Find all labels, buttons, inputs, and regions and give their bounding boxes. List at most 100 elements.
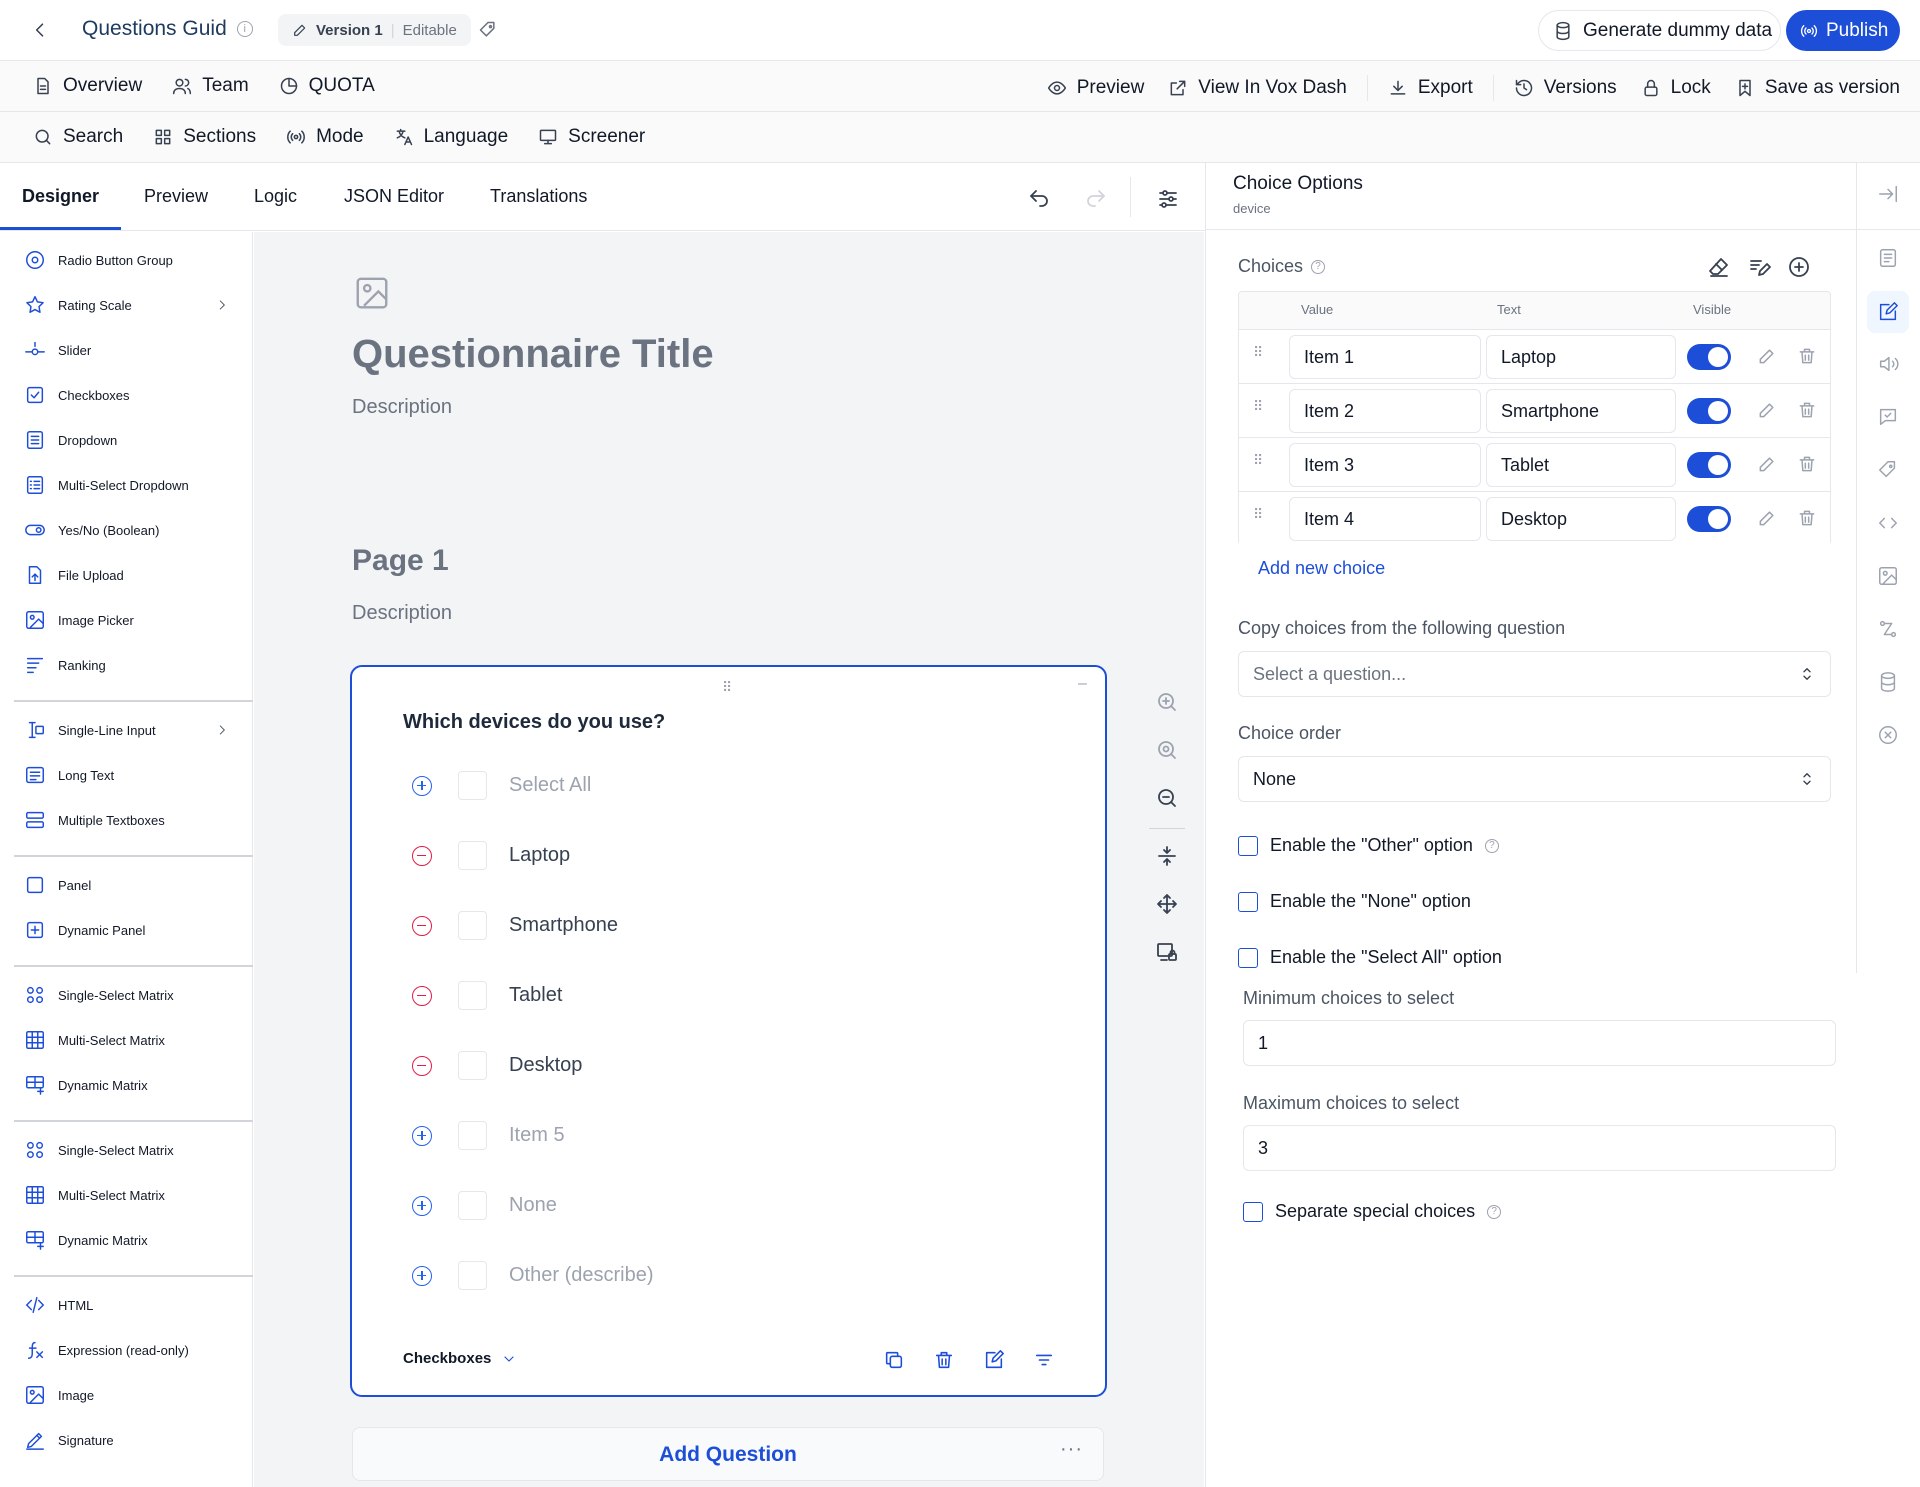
toolbox-item-expression[interactable]: Expression (read-only) bbox=[24, 1339, 229, 1361]
tab-translations[interactable]: Translations bbox=[490, 186, 587, 207]
toolbox-item-html[interactable]: HTML bbox=[24, 1294, 229, 1316]
edit-properties-icon[interactable] bbox=[1877, 301, 1899, 323]
tab-json-editor[interactable]: JSON Editor bbox=[344, 186, 444, 207]
tab-logic[interactable]: Logic bbox=[254, 186, 297, 207]
expand-icon[interactable] bbox=[1155, 892, 1179, 916]
choice-label[interactable]: Laptop bbox=[509, 844, 570, 867]
choice-checkbox[interactable] bbox=[458, 981, 487, 1010]
choice-item[interactable]: Smartphone bbox=[412, 911, 618, 940]
toolbox-item-file-upload[interactable]: File Upload bbox=[24, 564, 229, 586]
remove-choice-icon[interactable] bbox=[412, 1055, 432, 1076]
help-icon[interactable]: ? bbox=[1311, 259, 1326, 274]
choice-item[interactable]: Tablet bbox=[412, 981, 562, 1010]
edit-list-icon[interactable] bbox=[1747, 255, 1771, 279]
more-options-icon[interactable]: ··· bbox=[1060, 1438, 1083, 1461]
page-description[interactable]: Description bbox=[352, 602, 452, 625]
nav-view-in-vox-dash[interactable]: View In Vox Dash bbox=[1156, 77, 1359, 99]
trash-icon[interactable] bbox=[1797, 346, 1817, 366]
nav-versions[interactable]: Versions bbox=[1502, 77, 1629, 99]
toolbox-item-dynamic-panel[interactable]: Dynamic Panel bbox=[24, 919, 229, 941]
choice-checkbox[interactable] bbox=[458, 1121, 487, 1150]
nav-save-as-version[interactable]: Save as version bbox=[1723, 77, 1900, 99]
toolbox-item-single-select-matrix[interactable]: Single-Select Matrix bbox=[24, 984, 229, 1006]
questionnaire-description[interactable]: Description bbox=[352, 396, 452, 419]
nav-mode[interactable]: Mode bbox=[286, 126, 364, 148]
trash-icon[interactable] bbox=[1797, 508, 1817, 528]
choice-text-input[interactable]: Tablet bbox=[1486, 443, 1676, 487]
add-choice-icon[interactable] bbox=[412, 775, 432, 796]
enable-other-option[interactable]: Enable the "Other" option? bbox=[1238, 835, 1499, 856]
toolbox-item-dynamic-matrix[interactable]: Dynamic Matrix bbox=[24, 1229, 229, 1251]
choice-value-input[interactable]: Item 4 bbox=[1289, 497, 1481, 541]
trash-icon[interactable] bbox=[1797, 400, 1817, 420]
zoom-out-icon[interactable] bbox=[1155, 786, 1179, 810]
choice-label[interactable]: Tablet bbox=[509, 984, 562, 1007]
choice-item[interactable]: Other (describe) bbox=[412, 1261, 654, 1290]
choice-item[interactable]: Select All bbox=[412, 771, 591, 800]
nav-sections[interactable]: Sections bbox=[153, 126, 256, 148]
pencil-icon[interactable] bbox=[1757, 346, 1777, 366]
choice-item[interactable]: Item 5 bbox=[412, 1121, 565, 1150]
remove-choice-icon[interactable] bbox=[412, 915, 432, 936]
drag-handle-icon[interactable]: ⠿ bbox=[722, 679, 733, 696]
add-choice-icon[interactable] bbox=[412, 1265, 432, 1286]
choice-item[interactable]: Laptop bbox=[412, 841, 570, 870]
choice-label[interactable]: Smartphone bbox=[509, 914, 618, 937]
row-drag-handle-icon[interactable]: ⠿ bbox=[1253, 506, 1263, 523]
choice-checkbox[interactable] bbox=[458, 911, 487, 940]
code-icon[interactable] bbox=[1877, 512, 1899, 534]
row-drag-handle-icon[interactable]: ⠿ bbox=[1253, 398, 1263, 415]
nav-language[interactable]: Language bbox=[394, 126, 508, 148]
add-choice-icon[interactable] bbox=[412, 1125, 432, 1146]
add-circle-icon[interactable] bbox=[1787, 255, 1811, 279]
zoom-reset-icon[interactable] bbox=[1155, 738, 1179, 762]
toolbox-item-image[interactable]: Image bbox=[24, 1384, 229, 1406]
choice-item[interactable]: None bbox=[412, 1191, 557, 1220]
choice-checkbox[interactable] bbox=[458, 1051, 487, 1080]
help-icon[interactable]: ? bbox=[1487, 1204, 1502, 1219]
tab-designer[interactable]: Designer bbox=[22, 186, 99, 207]
choice-text-input[interactable]: Smartphone bbox=[1486, 389, 1676, 433]
speaker-icon[interactable] bbox=[1877, 353, 1899, 375]
toolbox-item-yes-no[interactable]: Yes/No (Boolean) bbox=[24, 519, 229, 541]
form-icon[interactable] bbox=[1877, 247, 1899, 269]
choice-label[interactable]: Item 5 bbox=[509, 1124, 565, 1147]
image-settings-icon[interactable] bbox=[1877, 565, 1899, 587]
copy-choices-select[interactable]: Select a question... bbox=[1238, 651, 1831, 697]
pencil-icon[interactable] bbox=[1757, 508, 1777, 528]
toolbox-item-slider[interactable]: Slider bbox=[24, 339, 229, 361]
toolbox-item-ranking[interactable]: Ranking bbox=[24, 654, 229, 676]
enable-none-checkbox[interactable] bbox=[1238, 891, 1258, 912]
visible-toggle[interactable] bbox=[1687, 452, 1731, 478]
choice-value-input[interactable]: Item 2 bbox=[1289, 389, 1481, 433]
enable-other-checkbox[interactable] bbox=[1238, 835, 1258, 856]
nav-lock[interactable]: Lock bbox=[1629, 77, 1723, 99]
choice-label[interactable]: None bbox=[509, 1194, 557, 1217]
collapse-panel-icon[interactable] bbox=[1877, 183, 1899, 205]
nav-team[interactable]: Team bbox=[172, 75, 249, 97]
duplicate-icon[interactable] bbox=[883, 1349, 905, 1371]
toolbox-item-multiple-textboxes[interactable]: Multiple Textboxes bbox=[24, 809, 229, 831]
question-type-selector[interactable]: Checkboxes bbox=[403, 1350, 517, 1367]
publish-button[interactable]: Publish bbox=[1786, 10, 1900, 51]
questionnaire-title[interactable]: Questionnaire Title bbox=[352, 332, 714, 377]
question-card[interactable]: ⠿ – Which devices do you use? Select All… bbox=[350, 665, 1107, 1397]
collapse-card-icon[interactable]: – bbox=[1078, 675, 1087, 693]
info-icon[interactable]: i bbox=[236, 21, 253, 37]
add-choice-icon[interactable] bbox=[412, 1195, 432, 1216]
page-title[interactable]: Page 1 bbox=[352, 544, 449, 578]
choice-item[interactable]: Desktop bbox=[412, 1051, 582, 1080]
choice-value-input[interactable]: Item 1 bbox=[1289, 335, 1481, 379]
nav-search[interactable]: Search bbox=[33, 126, 123, 148]
choice-text-input[interactable]: Desktop bbox=[1486, 497, 1676, 541]
toolbox-item-long-text[interactable]: Long Text bbox=[24, 764, 229, 786]
nav-preview[interactable]: Preview bbox=[1035, 77, 1157, 99]
toolbox-item-dynamic-matrix[interactable]: Dynamic Matrix bbox=[24, 1074, 229, 1096]
min-choices-input[interactable]: 1 bbox=[1243, 1020, 1836, 1066]
nav-overview[interactable]: Overview bbox=[33, 75, 142, 97]
close-circle-icon[interactable] bbox=[1877, 724, 1899, 746]
trash-icon[interactable] bbox=[1797, 454, 1817, 474]
visible-toggle[interactable] bbox=[1687, 506, 1731, 532]
toolbox-item-dropdown[interactable]: Dropdown bbox=[24, 429, 229, 451]
generate-dummy-data-button[interactable]: Generate dummy data bbox=[1538, 10, 1781, 51]
